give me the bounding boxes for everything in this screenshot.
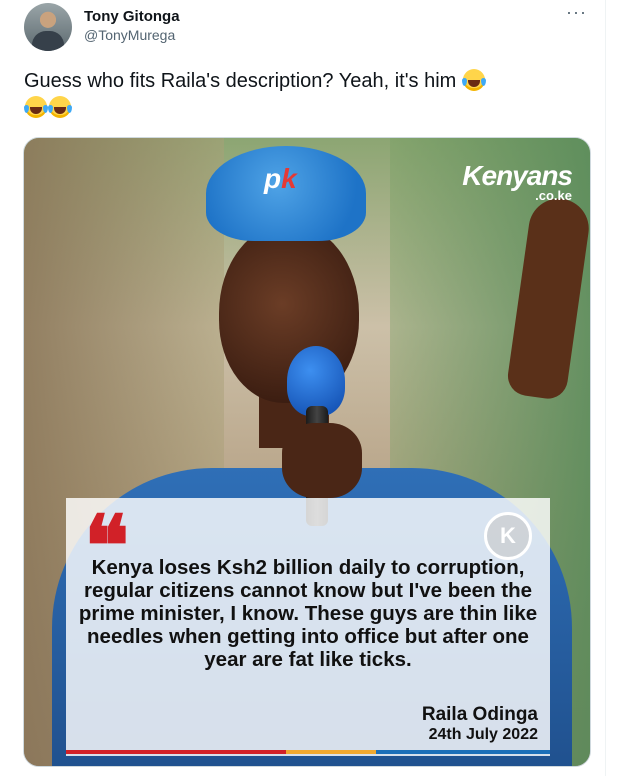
quote-text: Kenya loses Ksh2 billion daily to corrup… <box>78 556 538 671</box>
tears-of-joy-emoji-icon <box>24 96 48 118</box>
tweet-text: Guess who fits Raila's description? Yeah… <box>24 68 584 122</box>
stripe-red <box>66 750 286 754</box>
kenyans-logo: Kenyans .co.ke <box>462 160 573 203</box>
cap-logo: pk <box>264 163 297 194</box>
hand <box>282 423 362 498</box>
tweet-media-image[interactable]: pk Kenyans .co.ke ❝ K Kenya loses Ksh2 b… <box>23 137 591 767</box>
more-options-icon[interactable]: ··· <box>566 2 587 23</box>
quote-card: ❝ K Kenya loses Ksh2 billion daily to co… <box>66 498 550 756</box>
stripe-blue <box>376 750 550 754</box>
stripe-yellow <box>286 750 376 754</box>
tears-of-joy-emoji-icon <box>48 96 72 118</box>
tweet: Tony Gitonga @TonyMurega ··· Guess who f… <box>0 0 606 776</box>
author-name[interactable]: Tony Gitonga <box>84 8 180 25</box>
tears-of-joy-emoji-icon <box>461 69 486 91</box>
kenyans-badge-icon: K <box>484 512 532 560</box>
quote-attribution-date: 24th July 2022 <box>428 726 538 743</box>
author-handle[interactable]: @TonyMurega <box>84 27 175 43</box>
tweet-body: Guess who fits Raila's description? Yeah… <box>24 70 457 92</box>
avatar[interactable] <box>24 3 72 51</box>
quote-attribution-name: Raila Odinga <box>421 704 538 725</box>
